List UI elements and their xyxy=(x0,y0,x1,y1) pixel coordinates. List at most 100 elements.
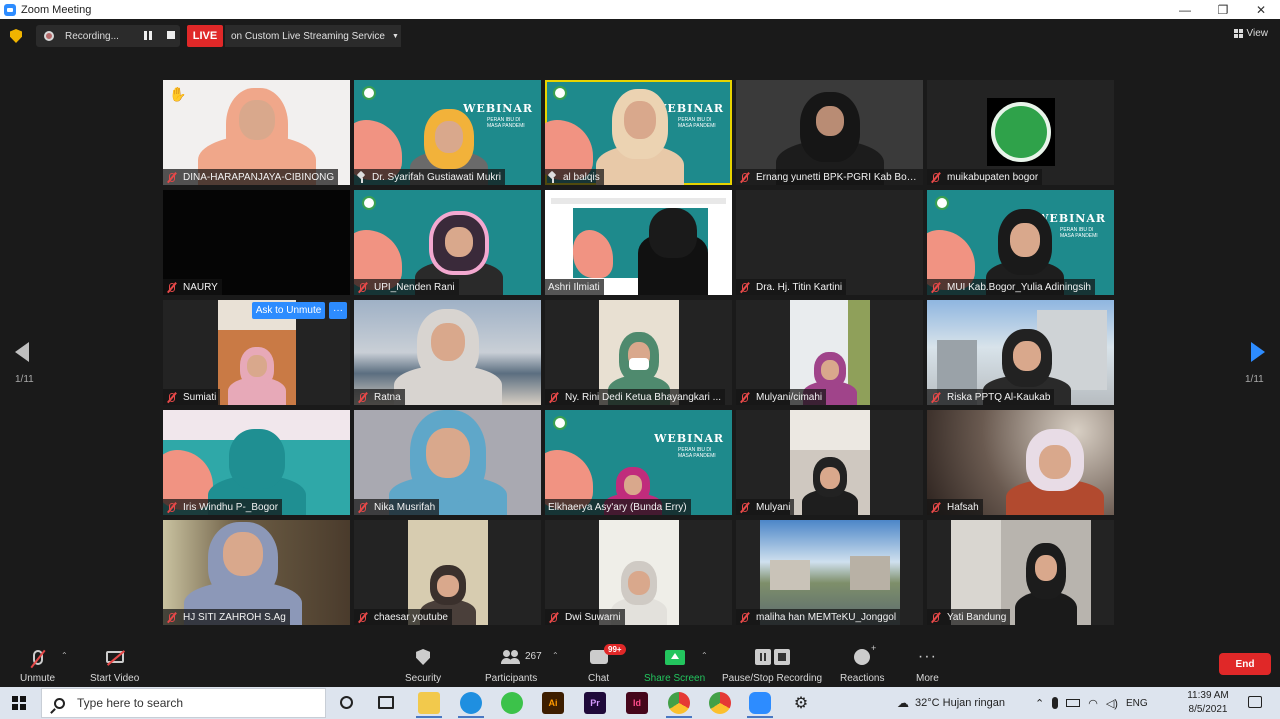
participant-name-tag: Sumiati xyxy=(163,389,221,405)
video-tile[interactable]: HJ SITI ZAHROH S.Ag xyxy=(163,520,350,625)
video-tile[interactable]: muikabupaten bogor xyxy=(927,80,1114,185)
participant-name-tag: Mulyani/cimahi xyxy=(736,389,827,405)
participant-name: chaesar youtube xyxy=(374,611,448,623)
participant-name: Ny. Rini Dedi Ketua Bhayangkari ... xyxy=(565,391,722,403)
video-tile[interactable]: Nika Musrifah xyxy=(354,410,541,515)
live-service-dropdown[interactable]: on Custom Live Streaming Service ▼ xyxy=(225,25,401,47)
video-tile[interactable]: Dra. Hj. Titin Kartini xyxy=(736,190,923,295)
taskbar-clock[interactable]: 11:39 AM 8/5/2021 xyxy=(1184,689,1232,717)
participant-name: HJ SITI ZAHROH S.Ag xyxy=(183,611,286,623)
muted-mic-icon xyxy=(357,502,368,513)
pause-recording-icon[interactable] xyxy=(144,31,152,40)
video-tile[interactable]: Mulyani/cimahi xyxy=(736,300,923,405)
settings-icon[interactable]: ⚙ xyxy=(790,692,812,714)
video-tile[interactable]: Ratna xyxy=(354,300,541,405)
reactions-button[interactable]: Reactions xyxy=(840,643,884,684)
participant-name: Dwi Suwarni xyxy=(565,611,621,623)
view-button[interactable]: View xyxy=(1233,28,1268,39)
muted-mic-icon xyxy=(739,392,750,403)
stop-recording-icon[interactable] xyxy=(167,31,175,39)
video-tile[interactable]: UPI_Nenden Rani xyxy=(354,190,541,295)
video-tile[interactable]: Riska PPTQ Al-Kaukab xyxy=(927,300,1114,405)
next-page-arrow-icon[interactable] xyxy=(1251,342,1265,362)
security-label: Security xyxy=(405,673,442,684)
muted-mic-icon xyxy=(930,392,941,403)
window-title: Zoom Meeting xyxy=(21,3,92,16)
wifi-icon[interactable]: ◠ xyxy=(1088,697,1098,710)
participant-name-tag: maliha han MEMTeKU_Jonggol xyxy=(736,609,901,625)
participant-video xyxy=(789,410,870,515)
indesign-icon[interactable]: Id xyxy=(626,692,648,714)
start-video-button[interactable]: Start Video xyxy=(90,647,139,684)
video-tile[interactable]: WEBINAR PERAN IBU DI MASA PANDEMI MUI Ka… xyxy=(927,190,1114,295)
notifications-icon[interactable] xyxy=(1248,696,1262,708)
unmute-button[interactable]: Unmute xyxy=(20,647,55,684)
tray-chevron-icon[interactable]: ⌃ xyxy=(1035,697,1044,710)
participant-name-tag: Ashri Ilmiati xyxy=(545,279,604,295)
video-tile[interactable]: WEBINAR PERAN IBU DI MASA PANDEMI Dr. Sy… xyxy=(354,80,541,185)
participant-more-button[interactable]: ··· xyxy=(329,302,347,319)
language-indicator[interactable]: ENG xyxy=(1126,698,1148,709)
video-tile[interactable]: Hafsah xyxy=(927,410,1114,515)
institution-logo xyxy=(553,86,567,100)
participant-video xyxy=(638,200,708,295)
video-tile[interactable]: NAURY xyxy=(163,190,350,295)
task-view-icon[interactable] xyxy=(378,696,394,709)
video-tile-active-speaker[interactable]: WEBINAR PERAN IBU DI MASA PANDEMI al bal… xyxy=(545,80,732,185)
taskbar-search[interactable] xyxy=(41,688,326,718)
zoom-icon[interactable] xyxy=(749,692,771,714)
video-off-icon xyxy=(105,651,124,663)
ask-to-unmute-button[interactable]: Ask to Unmute xyxy=(252,302,325,319)
participant-name-tag: chaesar youtube xyxy=(354,609,452,625)
volume-icon[interactable]: ◁) xyxy=(1106,697,1118,710)
end-meeting-button[interactable]: End xyxy=(1219,653,1271,675)
share-options-chevron-icon[interactable]: ⌃ xyxy=(701,651,708,660)
maximize-button[interactable]: ❐ xyxy=(1204,0,1242,19)
more-button[interactable]: ··· More xyxy=(916,647,939,685)
reactions-icon xyxy=(854,643,876,665)
microphone-tray-icon[interactable] xyxy=(1052,697,1059,709)
video-tile[interactable]: Yati Bandung xyxy=(927,520,1114,625)
participant-name-tag: HJ SITI ZAHROH S.Ag xyxy=(163,609,290,625)
participant-name: Riska PPTQ Al-Kaukab xyxy=(947,391,1051,403)
video-tile[interactable]: Iris Windhu P-_Bogor xyxy=(163,410,350,515)
audio-options-chevron-icon[interactable]: ⌃ xyxy=(61,651,68,660)
participant-name: al balqis xyxy=(563,171,600,183)
video-tile[interactable]: chaesar youtube xyxy=(354,520,541,625)
chrome-icon[interactable] xyxy=(668,692,690,714)
chrome-icon-2[interactable] xyxy=(709,692,731,714)
share-screen-icon xyxy=(664,649,685,665)
taskbar-search-input[interactable] xyxy=(77,696,317,710)
minimize-button[interactable]: — xyxy=(1166,0,1204,19)
video-tile[interactable]: Dwi Suwarni xyxy=(545,520,732,625)
pause-stop-recording-icon xyxy=(754,649,790,665)
premiere-icon[interactable]: Pr xyxy=(584,692,606,714)
participants-options-chevron-icon[interactable]: ⌃ xyxy=(552,651,559,660)
close-button[interactable]: ✕ xyxy=(1242,0,1280,19)
unmute-label: Unmute xyxy=(20,673,56,684)
windows-start-icon[interactable] xyxy=(12,696,26,710)
pause-stop-recording-button[interactable]: Pause/Stop Recording xyxy=(722,647,822,684)
live-service-label: on Custom Live Streaming Service xyxy=(231,30,385,42)
illustrator-icon[interactable]: Ai xyxy=(542,692,564,714)
muted-mic-icon xyxy=(930,612,941,623)
previous-page-arrow-icon[interactable] xyxy=(15,342,29,362)
security-shield-icon[interactable] xyxy=(10,29,22,43)
video-tile[interactable]: Ny. Rini Dedi Ketua Bhayangkari ... xyxy=(545,300,732,405)
cortana-icon[interactable] xyxy=(340,696,353,709)
video-tile[interactable]: maliha han MEMTeKU_Jonggol xyxy=(736,520,923,625)
green-app-icon[interactable] xyxy=(501,692,523,714)
video-tile[interactable]: Ernang yunetti BPK-PGRI Kab Bogor xyxy=(736,80,923,185)
muted-mic-icon xyxy=(357,392,368,403)
video-tile[interactable]: ✋ DINA-HARAPANJAYA-CIBINONG xyxy=(163,80,350,185)
security-button[interactable]: Security xyxy=(405,647,441,684)
video-tile[interactable]: WEBINAR PERAN IBU DI MASA PANDEMI Elkhae… xyxy=(545,410,732,515)
edge-icon[interactable] xyxy=(460,692,482,714)
share-screen-button[interactable]: Share Screen xyxy=(644,647,705,684)
video-tile[interactable]: Mulyani xyxy=(736,410,923,515)
battery-icon[interactable] xyxy=(1066,699,1081,707)
participant-name: Ashri Ilmiati xyxy=(548,281,600,293)
weather-widget[interactable]: ☁ 32°C Hujan ringan xyxy=(897,687,1005,719)
file-explorer-icon[interactable] xyxy=(418,692,440,714)
video-tile[interactable]: Ashri Ilmiati xyxy=(545,190,732,295)
